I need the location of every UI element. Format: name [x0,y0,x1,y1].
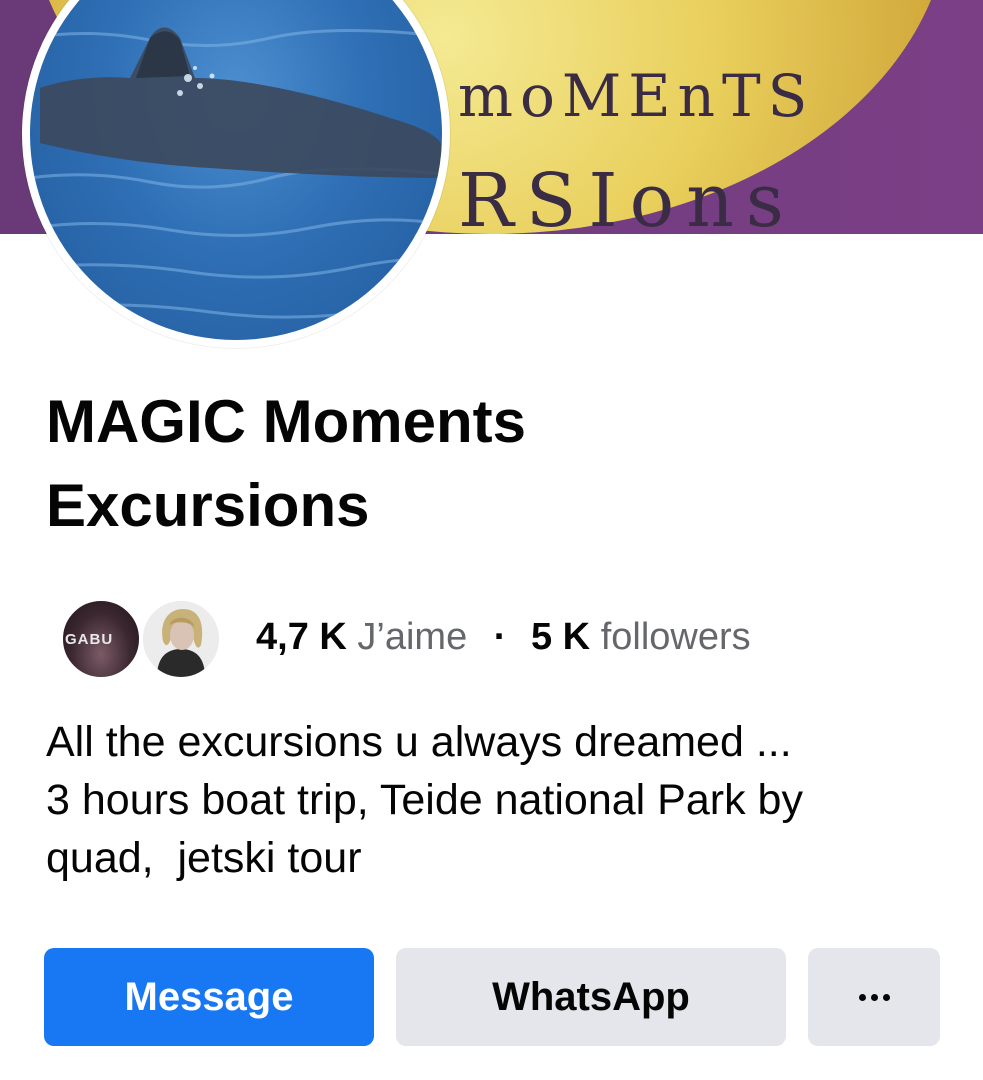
whatsapp-button-label: WhatsApp [492,974,690,1019]
stats-text: 4,7 K J’aime · 5 K followers [256,616,751,659]
description-line-1: All the excursions u always dreamed ... [46,718,792,766]
whatsapp-button[interactable]: WhatsApp [396,948,786,1046]
friend-avatar-2 [140,598,222,680]
page-title-line-2: Excursions [46,472,370,539]
followers-count: 5 K [530,615,591,658]
person-photo-icon [143,601,219,677]
dolphin-image [30,27,442,319]
description-line-2: 3 hours boat trip, Teide national Park b… [46,776,803,824]
page-title-line-1: MAGIC Moments [46,388,526,455]
message-button-label: Message [124,974,294,1019]
cover-text-line-2: RSIons [458,158,796,234]
action-buttons: Message WhatsApp [44,948,940,1046]
page-profile: moMEnTS RSIons MAGIC Moments Excursions … [0,0,983,1080]
followers-label: followers [600,615,751,658]
profile-photo-dolphin [30,0,442,340]
likes-followers-row[interactable]: GABU 4,7 K J’aime · 5 K followers [60,592,751,682]
likes-count: 4,7 K [256,615,347,658]
profile-avatar[interactable] [22,0,450,348]
friend-avatar-1-text: GABU [65,631,114,648]
likes-label: J’aime [357,615,468,658]
stats-separator: · [493,615,507,658]
page-title: MAGIC Moments Excursions [46,380,846,548]
friend-avatars: GABU [60,592,230,682]
more-dots-icon [858,993,890,1001]
more-options-button[interactable] [808,948,940,1046]
page-description: All the excursions u always dreamed ... … [46,713,946,887]
description-line-3: quad, jetski tour [46,834,362,882]
message-button[interactable]: Message [44,948,374,1046]
friend-avatar-1: GABU [60,598,142,680]
cover-text-line-1: moMEnTS [458,62,815,130]
